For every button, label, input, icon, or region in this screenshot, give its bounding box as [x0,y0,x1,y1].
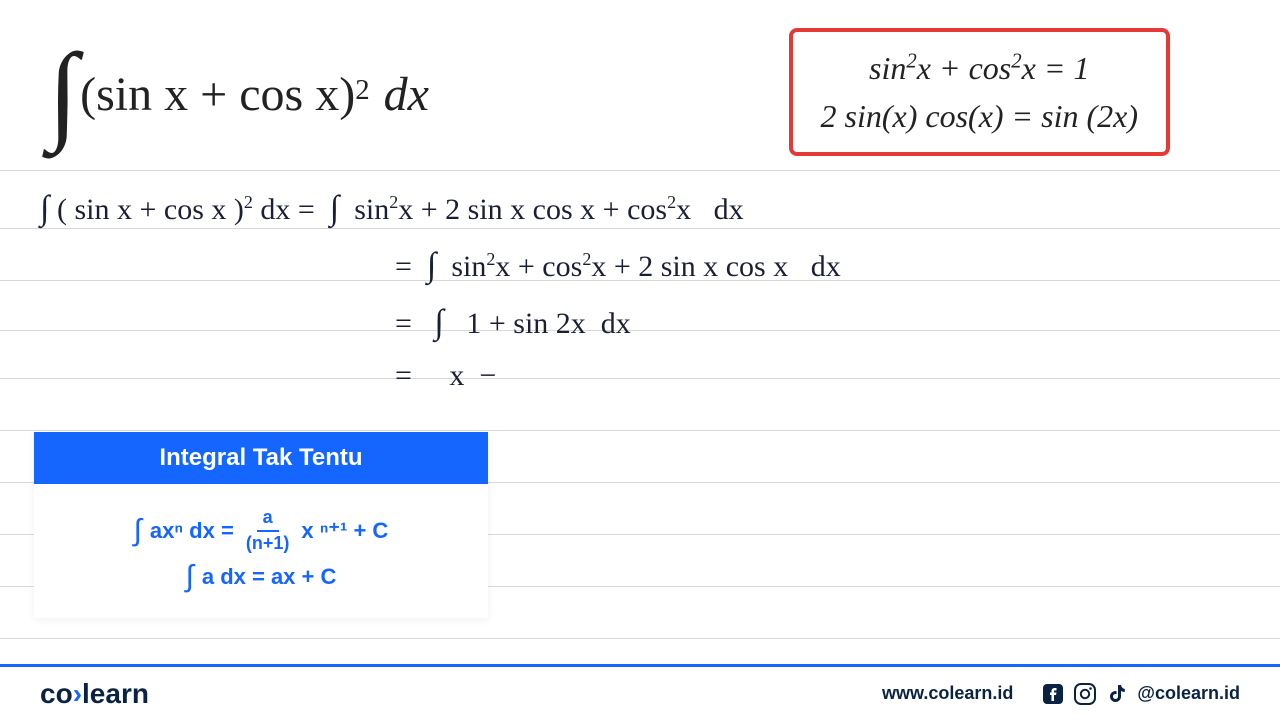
formula-power-rule: ∫ axⁿ dx = a (n+1) x ⁿ⁺¹ + C [48,508,474,554]
dx-label: dx [384,67,429,122]
identity-line-1: sin2x + cos2x = 1 [821,44,1138,92]
work-line-2: = ∫ sin2x + cos2x + 2 sin x cos x dx [40,237,1240,294]
integral-sign-icon: ∫ [48,48,78,136]
social-group: @colearn.id [1041,682,1240,706]
footer-right: www.colearn.id @colearn.id [882,682,1240,706]
tiktok-icon [1105,682,1129,706]
identities-box: sin2x + cos2x = 1 2 sin(x) cos(x) = sin … [789,28,1170,156]
formula-card: Integral Tak Tentu ∫ axⁿ dx = a (n+1) x … [34,432,488,618]
integral-sign-icon: ∫ [186,560,194,594]
footer-bar: co›learn www.colearn.id @colearn.id [0,664,1280,720]
social-handle: @colearn.id [1137,683,1240,704]
facebook-icon [1041,682,1065,706]
integral-sign-icon: ∫ [134,514,142,548]
formula-card-body: ∫ axⁿ dx = a (n+1) x ⁿ⁺¹ + C ∫ a dx = ax… [34,484,488,618]
identity-line-2: 2 sin(x) cos(x) = sin (2x) [821,92,1138,140]
work-line-1: ∫ ( sin x + cos x )2 dx = ∫ sin2x + 2 si… [40,180,1240,237]
formula-card-title: Integral Tak Tentu [34,432,488,484]
formula1-rhs: x ⁿ⁺¹ + C [301,518,388,544]
integrand-exponent: 2 [355,74,369,107]
handwritten-work: ∫ ( sin x + cos x )2 dx = ∫ sin2x + 2 si… [40,180,1240,400]
formula-constant-rule: ∫ a dx = ax + C [48,560,474,594]
integrand: (sin x + cos x) [80,67,355,122]
work-line-3: = ∫ 1 + sin 2x dx [40,294,1240,351]
instagram-icon [1073,682,1097,706]
formula2: a dx = ax + C [202,564,337,590]
work-line-4: = x − [40,351,1240,401]
footer-url: www.colearn.id [882,683,1013,704]
problem-integral: ∫ (sin x + cos x) 2 dx [48,50,429,138]
formula1-fraction: a (n+1) [246,508,290,554]
formula1-lhs: axⁿ dx = [150,518,234,544]
colearn-logo: co›learn [40,678,149,710]
